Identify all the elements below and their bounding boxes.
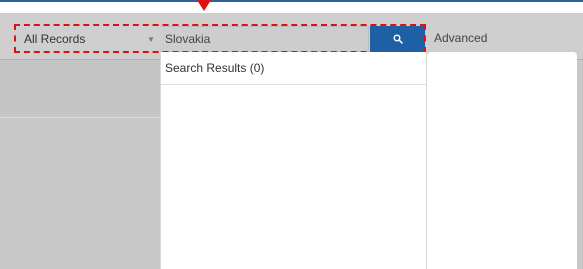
search-input[interactable]: Slovakia xyxy=(160,26,369,52)
scope-select-value: All Records xyxy=(24,32,86,46)
advanced-search-link[interactable]: Advanced xyxy=(434,31,487,45)
arrow-down-marker-icon xyxy=(197,0,211,11)
search-icon xyxy=(393,34,403,44)
top-border xyxy=(0,0,583,2)
search-results-panel: Search Results (0) xyxy=(160,52,427,269)
chevron-down-icon[interactable]: ▼ xyxy=(147,35,155,44)
search-results-title: Search Results (0) xyxy=(161,52,426,85)
left-pane-row xyxy=(0,60,160,118)
scope-select[interactable]: All Records xyxy=(16,26,160,52)
side-panel xyxy=(427,52,577,269)
app-window: All Records ▼ Slovakia Advanced Search R… xyxy=(0,0,583,269)
search-input-value: Slovakia xyxy=(165,32,211,46)
search-button[interactable] xyxy=(370,26,425,52)
